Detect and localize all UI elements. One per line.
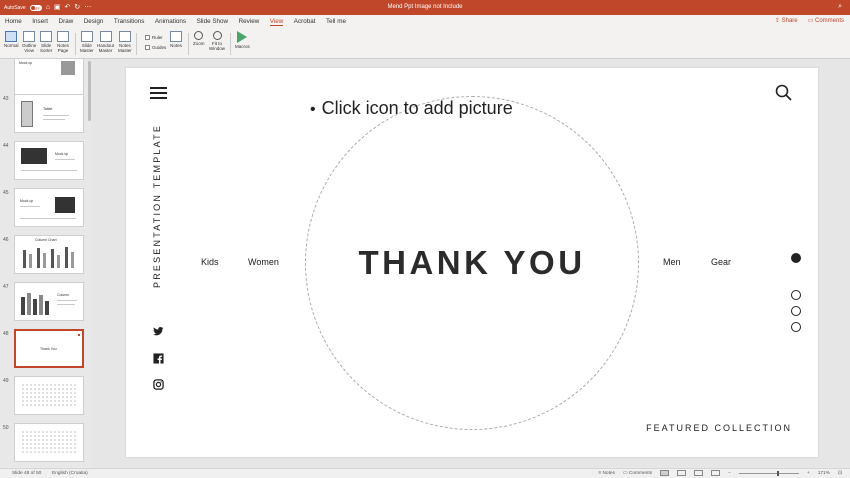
menu-tab-home[interactable]: Home (5, 18, 22, 26)
slide-master-button[interactable]: Slide Master (80, 31, 94, 53)
picture-placeholder-text[interactable]: Click icon to add picture (310, 98, 513, 119)
reading-view-icon[interactable] (694, 470, 704, 476)
facebook-icon (153, 353, 164, 364)
slide-thumbnail-current[interactable]: Thank You (14, 329, 84, 368)
slide-sorter-button[interactable]: Slide Sorter (40, 31, 52, 53)
nav-link-women[interactable]: Women (248, 257, 279, 267)
menu-tab-slide-show[interactable]: Slide Show (197, 18, 229, 26)
slide-number: 50 (3, 425, 9, 431)
zoom-button[interactable]: Zoom (193, 31, 205, 46)
ribbon-view: Normal Outline View Slide Sorter Notes Page… (0, 29, 850, 59)
pager-dot[interactable] (791, 322, 801, 332)
outline-view-button[interactable]: Outline View (22, 31, 36, 53)
slide-thumbnail[interactable]: Mock up (14, 59, 84, 97)
normal-view-button[interactable]: Normal (4, 31, 19, 48)
menu-tab-tell-me[interactable]: Tell me (326, 18, 346, 26)
slide-thumbnail[interactable]: Column (14, 282, 84, 321)
menu-tab-review[interactable]: Review (239, 18, 260, 26)
slide-thumbnail-panel: Mock up 43 Tablet 44 Mock up 45 Mock up … (0, 59, 92, 468)
pager-dot-active[interactable] (791, 253, 801, 263)
pager-dot[interactable] (791, 290, 801, 300)
zoom-level[interactable]: 171% (818, 471, 830, 476)
menu-bar: Home Insert Draw Design Transitions Animation… (0, 15, 850, 29)
comments-button[interactable]: ▭ Comments (808, 17, 844, 24)
menu-tab-design[interactable]: Design (84, 18, 104, 26)
handout-master-button[interactable]: Handout Master (97, 31, 114, 53)
menu-tab-animations[interactable]: Animations (155, 18, 186, 26)
zoom-in-button[interactable]: + (807, 471, 810, 476)
notes-button[interactable]: Notes (170, 31, 182, 48)
normal-view-icon[interactable] (660, 470, 670, 476)
slide-number: 43 (3, 96, 9, 102)
slide-thumbnail[interactable] (14, 376, 84, 415)
slide-number: 44 (3, 143, 9, 149)
fit-to-window-button[interactable]: Fit to Window (209, 31, 225, 51)
status-bar: Slide 48 of 50 English (Croatia) ≡ Notes… (0, 468, 850, 478)
slide-thumbnail[interactable]: Mock up (14, 141, 84, 180)
twitter-icon (153, 327, 164, 336)
slide-canvas[interactable]: Click icon to add picture PRESENTATION T… (126, 68, 818, 457)
slide-counter: Slide 48 of 50 (12, 471, 42, 476)
slideshow-view-icon[interactable] (711, 470, 721, 476)
nav-link-men[interactable]: Men (663, 257, 681, 267)
slide-number: 49 (3, 378, 9, 384)
zoom-slider[interactable] (738, 470, 799, 476)
pager-dot[interactable] (791, 306, 801, 316)
fit-window-icon (212, 31, 222, 40)
slide-thumbnail[interactable]: Mock up (14, 188, 84, 227)
slide-number: 47 (3, 284, 9, 290)
slide-thumbnail[interactable]: Column Chart (14, 235, 84, 274)
featured-collection-text: FEATURED COLLECTION (646, 423, 792, 433)
nav-link-gear[interactable]: Gear (711, 257, 731, 267)
play-icon (237, 31, 248, 43)
sorter-view-icon[interactable] (677, 470, 687, 476)
menu-tab-acrobat[interactable]: Acrobat (294, 18, 316, 26)
thumbnail-scrollbar[interactable] (88, 61, 91, 121)
menu-tab-view[interactable]: View (269, 18, 284, 26)
notes-master-button[interactable]: Notes Master (118, 31, 132, 53)
nav-link-kids[interactable]: Kids (201, 257, 219, 267)
notes-page-button[interactable]: Notes Page (57, 31, 69, 53)
language-indicator[interactable]: English (Croatia) (52, 471, 88, 476)
comments-toggle[interactable]: ▭ Comments (623, 471, 652, 476)
powerpoint-window: AutoSave OFF ⌂ ▣ ↶ ↻ ⋯ Mend Ppt Image no… (0, 0, 850, 478)
slide-thumbnail[interactable]: Tablet (14, 94, 84, 133)
menu-tab-insert[interactable]: Insert (32, 18, 48, 26)
instagram-icon (153, 379, 164, 390)
fit-slide-icon[interactable]: ⊡ (838, 471, 842, 476)
hamburger-menu-icon (150, 87, 167, 102)
slide-thumbnail[interactable] (14, 423, 84, 462)
slide-number: 46 (3, 237, 9, 243)
magnifier-icon (194, 31, 204, 40)
share-button[interactable]: ⇪ Share (775, 17, 798, 24)
document-title: Mend Ppt Image not Include (387, 4, 463, 10)
macros-button[interactable]: Macros (235, 31, 250, 49)
menu-tab-draw[interactable]: Draw (59, 18, 74, 26)
slide-number: 45 (3, 190, 9, 196)
search-icon[interactable]: ⌕ (838, 3, 842, 11)
ruler-checkbox[interactable]: Ruler (145, 35, 163, 40)
search-icon (775, 84, 792, 101)
slide-number: 48 (3, 331, 9, 337)
guides-checkbox[interactable]: Guides (145, 45, 166, 50)
notes-toggle[interactable]: ≡ Notes (598, 471, 615, 476)
zoom-out-button[interactable]: − (728, 471, 731, 476)
title-bar: AutoSave OFF ⌂ ▣ ↶ ↻ ⋯ Mend Ppt Image no… (0, 0, 850, 15)
menu-tab-transitions[interactable]: Transitions (114, 18, 145, 26)
